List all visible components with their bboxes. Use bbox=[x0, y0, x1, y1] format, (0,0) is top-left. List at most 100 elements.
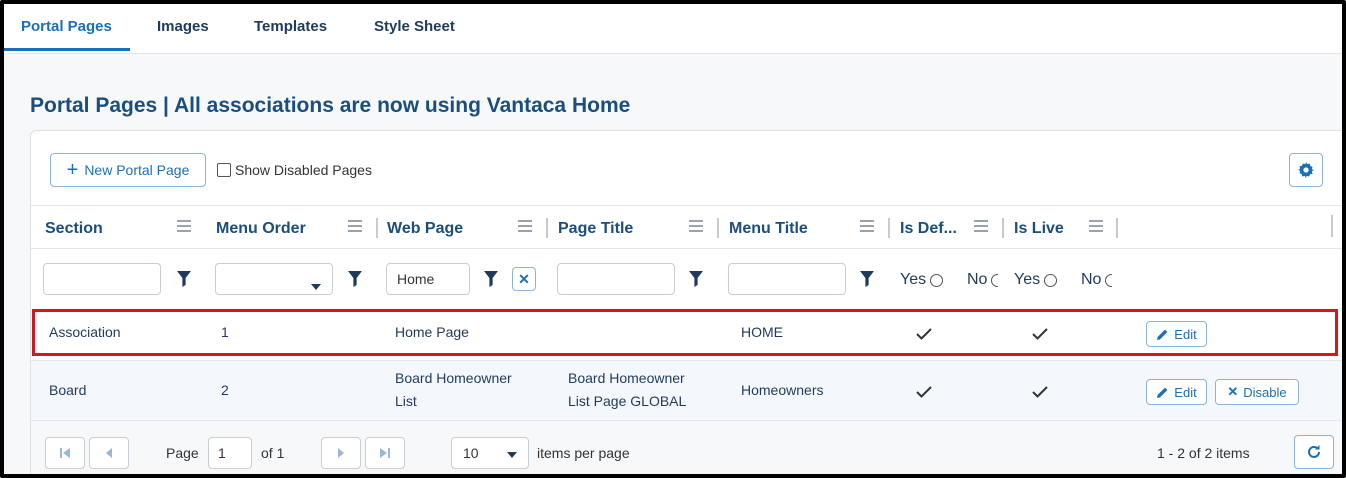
section-filter-input[interactable] bbox=[43, 263, 161, 295]
checkmark-icon bbox=[916, 328, 932, 340]
web-page-filter-input[interactable]: Home bbox=[386, 263, 470, 295]
radio-button[interactable] bbox=[930, 273, 944, 287]
filter-icon[interactable] bbox=[484, 271, 498, 287]
column-divider[interactable] bbox=[546, 218, 548, 238]
last-page-button[interactable] bbox=[365, 437, 405, 469]
column-menu-icon[interactable] bbox=[177, 220, 191, 232]
show-disabled-checkbox[interactable] bbox=[217, 163, 231, 177]
grid-filter-row: Home ✕ Yes No Yes No bbox=[31, 249, 1342, 307]
is-default-no-radio[interactable]: No bbox=[967, 271, 999, 289]
column-divider[interactable] bbox=[717, 218, 719, 238]
active-tab-indicator bbox=[4, 48, 130, 51]
edit-label: Edit bbox=[1174, 384, 1197, 400]
first-page-button[interactable] bbox=[45, 437, 85, 469]
table-row[interactable]: Association 1 Home Page HOME Edit bbox=[31, 307, 1342, 361]
refresh-button[interactable] bbox=[1294, 435, 1334, 469]
cell-section: Association bbox=[49, 324, 121, 340]
column-divider[interactable] bbox=[888, 218, 890, 238]
cell-web-page: Board Homeowner bbox=[395, 370, 512, 386]
refresh-icon bbox=[1308, 445, 1320, 458]
menu-order-filter-input[interactable] bbox=[215, 263, 333, 295]
filter-icon[interactable] bbox=[177, 271, 191, 287]
cell-menu-title: Homeowners bbox=[741, 382, 824, 398]
grid-settings-button[interactable] bbox=[1289, 153, 1323, 187]
col-header-section[interactable]: Section bbox=[45, 220, 103, 238]
cell-section: Board bbox=[49, 382, 87, 398]
clear-filter-button[interactable]: ✕ bbox=[512, 267, 536, 291]
col-header-web-page[interactable]: Web Page bbox=[387, 220, 463, 238]
col-header-menu-order[interactable]: Menu Order bbox=[216, 220, 306, 238]
cell-menu-order: 2 bbox=[221, 382, 229, 398]
column-divider[interactable] bbox=[376, 218, 378, 238]
next-page-button[interactable] bbox=[321, 437, 361, 469]
cell-menu-order: 1 bbox=[221, 324, 229, 340]
menu-title-filter-input[interactable] bbox=[728, 263, 846, 295]
page-label: Page bbox=[166, 445, 199, 461]
gear-icon bbox=[1298, 162, 1314, 178]
page-number-input[interactable]: 1 bbox=[208, 437, 252, 469]
tab-images[interactable]: Images bbox=[157, 18, 209, 35]
col-header-menu-title[interactable]: Menu Title bbox=[729, 220, 808, 238]
table-row[interactable]: Board 2 Board Homeowner List Board Homeo… bbox=[31, 361, 1342, 421]
page-count-label: of 1 bbox=[261, 445, 285, 461]
new-portal-page-label: New Portal Page bbox=[84, 162, 190, 178]
chevron-down-icon[interactable] bbox=[311, 284, 321, 290]
close-icon: ✕ bbox=[518, 270, 530, 287]
disable-label: Disable bbox=[1243, 384, 1287, 400]
checkmark-icon bbox=[1032, 386, 1048, 398]
page-title-filter-input[interactable] bbox=[557, 263, 675, 295]
column-menu-icon[interactable] bbox=[974, 220, 988, 232]
filter-icon[interactable] bbox=[860, 271, 874, 287]
close-icon: ✕ bbox=[1227, 384, 1239, 399]
col-header-is-default[interactable]: Is Def... bbox=[900, 220, 957, 238]
col-header-page-title[interactable]: Page Title bbox=[558, 220, 633, 238]
radio-button[interactable] bbox=[991, 273, 999, 287]
edit-button[interactable]: Edit bbox=[1146, 379, 1207, 405]
column-divider[interactable] bbox=[1002, 218, 1004, 238]
is-default-yes-radio[interactable]: Yes bbox=[900, 271, 944, 289]
cell-web-page-cont: List bbox=[395, 393, 417, 409]
show-disabled-toggle[interactable]: Show Disabled Pages bbox=[217, 162, 372, 178]
column-menu-icon[interactable] bbox=[689, 220, 703, 232]
previous-page-button[interactable] bbox=[89, 437, 129, 469]
new-portal-page-button[interactable]: + New Portal Page bbox=[50, 153, 206, 187]
page-title: Portal Pages | All associations are now … bbox=[30, 94, 631, 117]
tab-portal-pages[interactable]: Portal Pages bbox=[21, 18, 112, 35]
last-page-icon bbox=[380, 448, 390, 458]
show-disabled-label: Show Disabled Pages bbox=[235, 162, 372, 178]
radio-button[interactable] bbox=[1044, 273, 1058, 287]
column-menu-icon[interactable] bbox=[348, 220, 362, 232]
pencil-icon bbox=[1157, 387, 1168, 398]
cell-page-title: Board Homeowner bbox=[568, 370, 685, 386]
is-live-no-radio[interactable]: No bbox=[1081, 271, 1113, 289]
radio-label: Yes bbox=[1014, 271, 1041, 288]
cell-page-title-cont: List Page GLOBAL bbox=[568, 393, 687, 409]
grid-header-row: Section Menu Order Web Page Page Title M… bbox=[31, 205, 1342, 249]
edit-button[interactable]: Edit bbox=[1146, 321, 1207, 347]
disable-button[interactable]: ✕ Disable bbox=[1215, 379, 1299, 405]
is-live-yes-radio[interactable]: Yes bbox=[1014, 271, 1058, 289]
tab-templates[interactable]: Templates bbox=[254, 18, 327, 35]
cell-web-page: Home Page bbox=[395, 324, 469, 340]
column-menu-icon[interactable] bbox=[860, 220, 874, 232]
edit-label: Edit bbox=[1174, 326, 1197, 342]
column-divider[interactable] bbox=[1116, 218, 1118, 238]
items-per-page-label: items per page bbox=[537, 445, 630, 461]
pager-summary: 1 - 2 of 2 items bbox=[1157, 445, 1250, 461]
next-page-icon bbox=[338, 448, 344, 458]
portal-pages-grid: + New Portal Page Show Disabled Pages Se… bbox=[30, 130, 1342, 474]
filter-icon[interactable] bbox=[689, 271, 703, 287]
checkmark-icon bbox=[916, 386, 932, 398]
column-menu-icon[interactable] bbox=[1089, 220, 1103, 232]
app-frame: Portal Pages Images Templates Style Shee… bbox=[0, 0, 1346, 478]
page-size-select[interactable]: 10 bbox=[451, 437, 529, 469]
plus-icon: + bbox=[66, 159, 79, 181]
page-size-value: 10 bbox=[463, 445, 479, 461]
grid-pager: Page 1 of 1 10 items per page 1 - 2 of 2… bbox=[31, 421, 1342, 474]
column-menu-icon[interactable] bbox=[518, 220, 532, 232]
filter-icon[interactable] bbox=[348, 271, 362, 287]
tab-style-sheet[interactable]: Style Sheet bbox=[374, 18, 455, 35]
radio-button[interactable] bbox=[1105, 273, 1113, 287]
col-header-is-live[interactable]: Is Live bbox=[1014, 220, 1064, 238]
grid-scroll-edge bbox=[1331, 215, 1333, 237]
